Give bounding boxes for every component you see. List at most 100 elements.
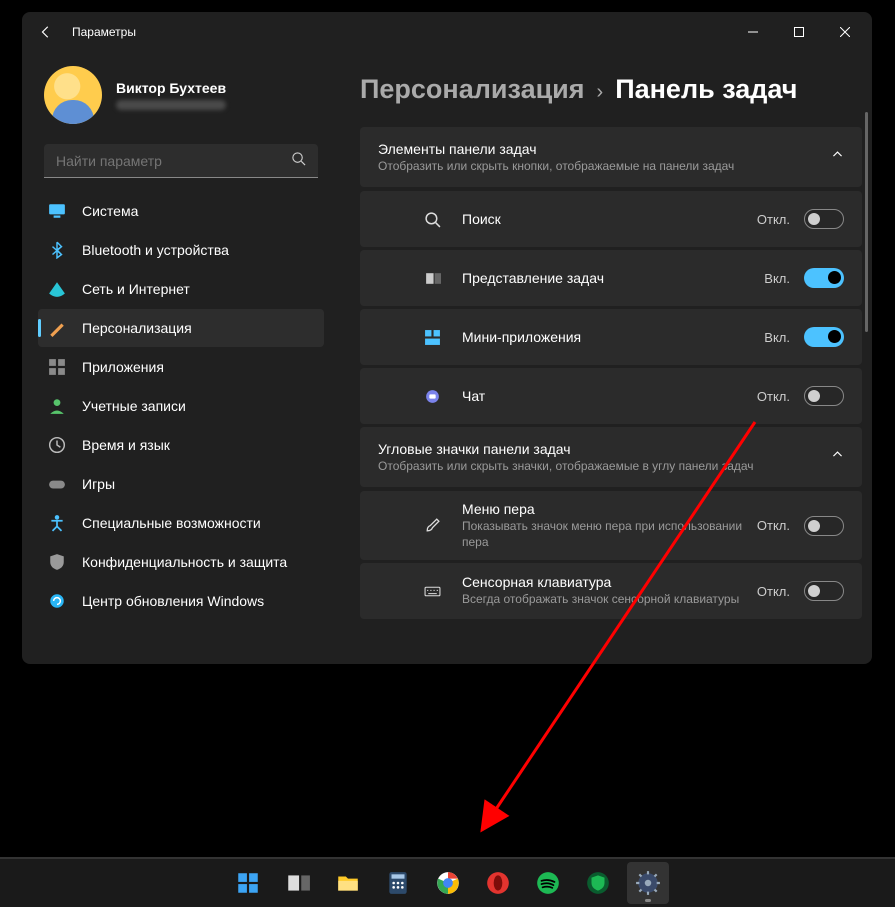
user-email <box>116 100 226 110</box>
section-title: Элементы панели задач <box>378 141 831 157</box>
item-title: Меню пера <box>462 501 746 517</box>
nav-item-7[interactable]: Игры <box>38 465 324 503</box>
nav-list: Система Bluetooth и устройства Сеть и Инте… <box>38 192 324 620</box>
nav-item-4[interactable]: Приложения <box>38 348 324 386</box>
taskbar <box>0 857 895 907</box>
wifi-icon <box>48 280 66 298</box>
nav-label: Система <box>82 203 138 219</box>
minimize-button[interactable] <box>730 12 776 52</box>
maximize-button[interactable] <box>776 12 822 52</box>
nav-label: Сеть и Интернет <box>82 281 190 297</box>
toggle-state-label: Откл. <box>746 389 790 404</box>
breadcrumb-parent[interactable]: Персонализация <box>360 74 585 105</box>
nav-label: Учетные записи <box>82 398 186 414</box>
toggle-switch[interactable] <box>804 581 844 601</box>
setting-row: Представление задачВкл. <box>360 250 862 306</box>
chevron-right-icon: › <box>597 81 604 104</box>
taskbar-item[interactable] <box>627 862 669 904</box>
calculator-icon <box>385 870 411 896</box>
accessibility-icon <box>48 514 66 532</box>
toggle-state-label: Откл. <box>746 212 790 227</box>
nav-item-0[interactable]: Система <box>38 192 324 230</box>
adguard-icon <box>585 870 611 896</box>
window-title: Параметры <box>72 25 136 39</box>
taskbar-item[interactable] <box>427 862 469 904</box>
toggle-switch[interactable] <box>804 268 844 288</box>
item-desc: Всегда отображать значок сенсорной клави… <box>462 592 746 608</box>
item-title: Чат <box>462 388 746 404</box>
taskview-tb-icon <box>285 870 311 896</box>
section-desc: Отобразить или скрыть значки, отображаем… <box>378 459 831 473</box>
bluetooth-icon <box>48 241 66 259</box>
search-icon <box>291 151 306 171</box>
search-box[interactable] <box>44 144 318 178</box>
search-icon <box>420 211 444 228</box>
chevron-up-icon <box>831 448 844 466</box>
taskview-icon <box>420 270 444 287</box>
spotify-icon <box>535 870 561 896</box>
taskbar-item[interactable] <box>277 862 319 904</box>
taskbar-item[interactable] <box>577 862 619 904</box>
nav-label: Центр обновления Windows <box>82 593 264 609</box>
content-area: Персонализация › Панель задач Элементы п… <box>332 52 872 664</box>
keyboard-icon <box>420 583 444 600</box>
taskbar-item[interactable] <box>527 862 569 904</box>
back-button[interactable] <box>26 12 66 52</box>
item-title: Сенсорная клавиатура <box>462 574 746 590</box>
toggle-state-label: Откл. <box>746 584 790 599</box>
nav-label: Специальные возможности <box>82 515 261 531</box>
toggle-switch[interactable] <box>804 516 844 536</box>
taskbar-item[interactable] <box>327 862 369 904</box>
toggle-switch[interactable] <box>804 327 844 347</box>
nav-item-10[interactable]: Центр обновления Windows <box>38 582 324 620</box>
item-title: Мини-приложения <box>462 329 746 345</box>
toggle-switch[interactable] <box>804 386 844 406</box>
breadcrumb-current: Панель задач <box>615 74 797 105</box>
setting-row: ЧатОткл. <box>360 368 862 424</box>
nav-label: Bluetooth и устройства <box>82 242 229 258</box>
chat-icon <box>420 388 444 405</box>
nav-label: Время и язык <box>82 437 170 453</box>
item-title: Поиск <box>462 211 746 227</box>
nav-label: Конфиденциальность и защита <box>82 554 287 570</box>
gamepad-icon <box>48 475 66 493</box>
scrollbar[interactable] <box>865 112 868 332</box>
close-button[interactable] <box>822 12 868 52</box>
avatar <box>44 66 102 124</box>
search-input[interactable] <box>56 153 291 169</box>
update-icon <box>48 592 66 610</box>
user-name: Виктор Бухтеев <box>116 80 226 96</box>
nav-label: Приложения <box>82 359 164 375</box>
brush-icon <box>48 319 66 337</box>
nav-item-1[interactable]: Bluetooth и устройства <box>38 231 324 269</box>
explorer-icon <box>335 870 361 896</box>
titlebar: Параметры <box>22 12 872 52</box>
toggle-state-label: Вкл. <box>746 271 790 286</box>
chrome-icon <box>435 870 461 896</box>
toggle-switch[interactable] <box>804 209 844 229</box>
user-card[interactable]: Виктор Бухтеев <box>38 56 324 142</box>
item-title: Представление задач <box>462 270 746 286</box>
pen-icon <box>420 517 444 534</box>
settings-tb-icon <box>635 870 661 896</box>
section-header[interactable]: Угловые значки панели задачОтобразить ил… <box>360 427 862 487</box>
nav-item-6[interactable]: Время и язык <box>38 426 324 464</box>
widgets-icon <box>420 329 444 346</box>
nav-item-2[interactable]: Сеть и Интернет <box>38 270 324 308</box>
setting-row: Сенсорная клавиатура Всегда отображать зн… <box>360 563 862 619</box>
item-desc: Показывать значок меню пера при использо… <box>462 519 746 550</box>
setting-row: Меню пера Показывать значок меню пера при… <box>360 491 862 560</box>
taskbar-item[interactable] <box>477 862 519 904</box>
nav-item-8[interactable]: Специальные возможности <box>38 504 324 542</box>
toggle-state-label: Вкл. <box>746 330 790 345</box>
nav-label: Игры <box>82 476 115 492</box>
nav-item-5[interactable]: Учетные записи <box>38 387 324 425</box>
nav-item-9[interactable]: Конфиденциальность и защита <box>38 543 324 581</box>
taskbar-item[interactable] <box>227 862 269 904</box>
breadcrumb: Персонализация › Панель задач <box>360 74 862 105</box>
opera-icon <box>485 870 511 896</box>
apps-icon <box>48 358 66 376</box>
section-header[interactable]: Элементы панели задачОтобразить или скры… <box>360 127 862 187</box>
nav-item-3[interactable]: Персонализация <box>38 309 324 347</box>
taskbar-item[interactable] <box>377 862 419 904</box>
